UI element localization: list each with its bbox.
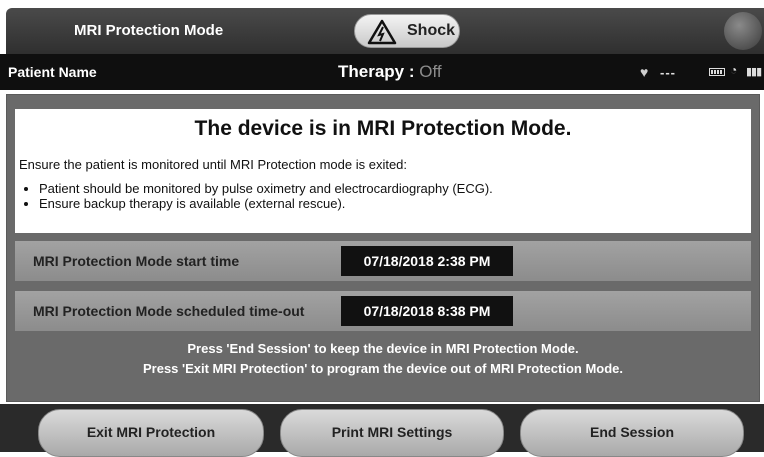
- message-intro: Ensure the patient is monitored until MR…: [19, 157, 408, 172]
- shock-button[interactable]: Shock: [354, 14, 460, 48]
- instruction-end-session: Press 'End Session' to keep the device i…: [187, 341, 579, 356]
- timeout-value: 07/18/2018 8:38 PM: [341, 296, 513, 326]
- heart-rate-value: ---: [660, 65, 676, 80]
- therapy-label: Therapy :: [338, 62, 420, 81]
- message-box: The device is in MRI Protection Mode. En…: [15, 109, 751, 233]
- message-headline: The device is in MRI Protection Mode.: [194, 117, 572, 140]
- start-time-row: MRI Protection Mode start time 07/18/201…: [15, 241, 751, 281]
- exit-mri-protection-button[interactable]: Exit MRI Protection: [38, 409, 264, 457]
- start-time-label: MRI Protection Mode start time: [33, 253, 240, 269]
- signal-icon: ▮▮▮: [746, 66, 762, 78]
- status-bar: Patient Name Therapy : Off ♥ --- ◔ ▮▮▮: [0, 54, 764, 90]
- message-bullets: Patient should be monitored by pulse oxi…: [19, 181, 493, 211]
- bullet-item: Ensure backup therapy is available (exte…: [39, 196, 493, 211]
- end-session-button[interactable]: End Session: [520, 409, 744, 457]
- top-bar: MRI Protection Mode Shock: [6, 8, 764, 54]
- patient-name-label: Patient Name: [8, 64, 97, 80]
- instruction-exit-mri: Press 'Exit MRI Protection' to program t…: [142, 361, 624, 376]
- mode-title: MRI Protection Mode: [74, 22, 224, 39]
- timeout-label: MRI Protection Mode scheduled time-out: [33, 303, 305, 319]
- bullet-item: Patient should be monitored by pulse oxi…: [39, 181, 493, 196]
- timeout-row: MRI Protection Mode scheduled time-out 0…: [15, 291, 751, 331]
- warning-icon: [367, 19, 397, 45]
- start-time-value: 07/18/2018 2:38 PM: [341, 246, 513, 276]
- main-panel: The device is in MRI Protection Mode. En…: [6, 94, 760, 402]
- shock-label: Shock: [407, 22, 456, 39]
- print-mri-settings-button[interactable]: Print MRI Settings: [280, 409, 504, 457]
- bottom-bar: Exit MRI Protection Print MRI Settings E…: [0, 404, 764, 457]
- heart-icon: ♥: [640, 64, 649, 80]
- device-menu-icon[interactable]: [724, 12, 762, 50]
- therapy-status: Therapy : Off: [338, 62, 442, 82]
- battery-icon: [709, 68, 725, 76]
- wireless-icon: ◔: [730, 63, 738, 77]
- therapy-value: Off: [419, 62, 442, 81]
- screen: MRI Protection Mode Shock Patient Name T…: [0, 0, 764, 457]
